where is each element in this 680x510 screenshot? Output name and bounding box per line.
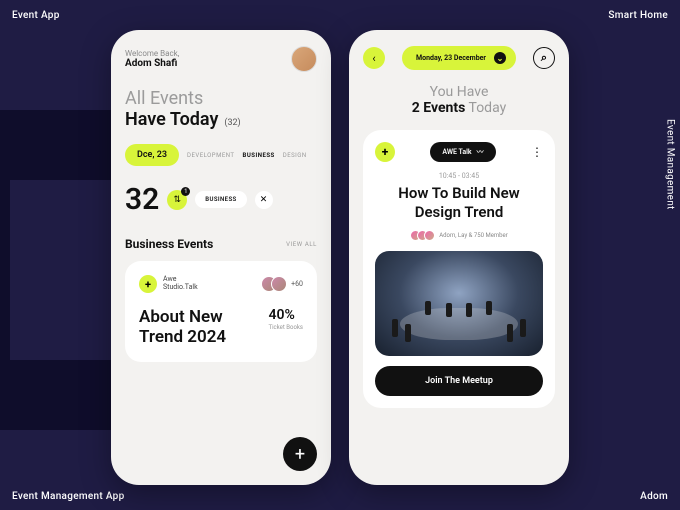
summary-line1: You Have <box>363 84 555 100</box>
event-detail-card: + AWE Talk 〰 ⋮ 10:45 - 03:45 How To Buil… <box>363 130 555 408</box>
close-icon: ✕ <box>260 195 268 205</box>
card-title: About New Trend 2024 <box>139 307 249 348</box>
category-label: AWE Talk <box>442 148 471 156</box>
attendee-count: +60 <box>291 280 303 288</box>
back-button[interactable]: ‹ <box>363 47 385 69</box>
event-time: 10:45 - 03:45 <box>375 172 543 180</box>
chevron-down-icon: ⌄ <box>494 52 506 64</box>
phone-right: ‹ Monday, 23 December ⌄ ⌕ You Have 2 Eve… <box>349 30 569 485</box>
label-bottom-left: Event Management App <box>12 491 125 502</box>
filter-chip-label: BUSINESS <box>205 196 236 203</box>
trend-icon: 〰 <box>477 147 484 157</box>
ticket-percent-label: Ticket Books <box>268 324 303 331</box>
event-photo <box>375 251 543 356</box>
chevron-left-icon: ‹ <box>372 52 375 65</box>
section-title: Business Events <box>125 237 213 251</box>
headline-line2: Have Today <box>125 109 218 130</box>
plus-icon: + <box>295 444 305 465</box>
filter-button[interactable]: ⇅ 1 <box>167 190 187 210</box>
search-button[interactable]: ⌕ <box>533 47 555 69</box>
filter-badge: 1 <box>181 187 190 196</box>
label-bottom-right: Adom <box>640 491 668 502</box>
card-plus-icon[interactable]: + <box>375 142 395 162</box>
filter-chip[interactable]: BUSINESS <box>195 191 246 208</box>
more-button[interactable]: ⋮ <box>531 145 543 159</box>
phone-left: Welcome Back, Adom Shafi All Events Have… <box>111 30 331 485</box>
more-icon: ⋮ <box>531 145 543 159</box>
date-pill[interactable]: Dce, 23 <box>125 144 179 166</box>
user-name: Adom Shafi <box>125 58 179 69</box>
headline-line1: All Events <box>125 88 317 109</box>
tab-development[interactable]: DEVELOPMENT <box>187 152 234 159</box>
card-tag-line2: Studio.Talk <box>163 284 198 292</box>
view-all-link[interactable]: VIEW ALL <box>286 241 317 248</box>
members-text: Adom, Lay & 750 Member <box>439 232 508 239</box>
ticket-percent: 40% <box>268 307 303 323</box>
card-plus-icon: + <box>139 275 157 293</box>
welcome-text: Welcome Back, <box>125 49 179 58</box>
search-icon: ⌕ <box>541 51 547 65</box>
summary-gray: Today <box>469 100 507 116</box>
attendee-avatars: +60 <box>261 276 303 292</box>
avatar[interactable] <box>291 46 317 72</box>
tab-design[interactable]: DESIGN <box>283 152 307 159</box>
clear-filter-button[interactable]: ✕ <box>255 191 273 209</box>
date-label: Monday, 23 December <box>416 54 486 62</box>
summary-bold: 2 Events <box>412 100 466 116</box>
category-pill[interactable]: AWE Talk 〰 <box>430 142 495 162</box>
add-button[interactable]: + <box>283 437 317 471</box>
tab-business[interactable]: BUSINESS <box>243 152 275 159</box>
label-top-left: Event App <box>12 10 60 21</box>
filter-icon: ⇅ <box>174 195 182 205</box>
date-selector[interactable]: Monday, 23 December ⌄ <box>402 46 516 70</box>
join-button[interactable]: Join The Meetup <box>375 366 543 396</box>
event-card[interactable]: + Awe Studio.Talk +60 About New Trend 20… <box>125 261 317 362</box>
event-count: 32 <box>125 182 159 217</box>
headline-count: (32) <box>224 118 240 128</box>
event-title: How To Build New Design Trend <box>375 184 543 222</box>
label-top-right: Smart Home <box>608 10 668 21</box>
